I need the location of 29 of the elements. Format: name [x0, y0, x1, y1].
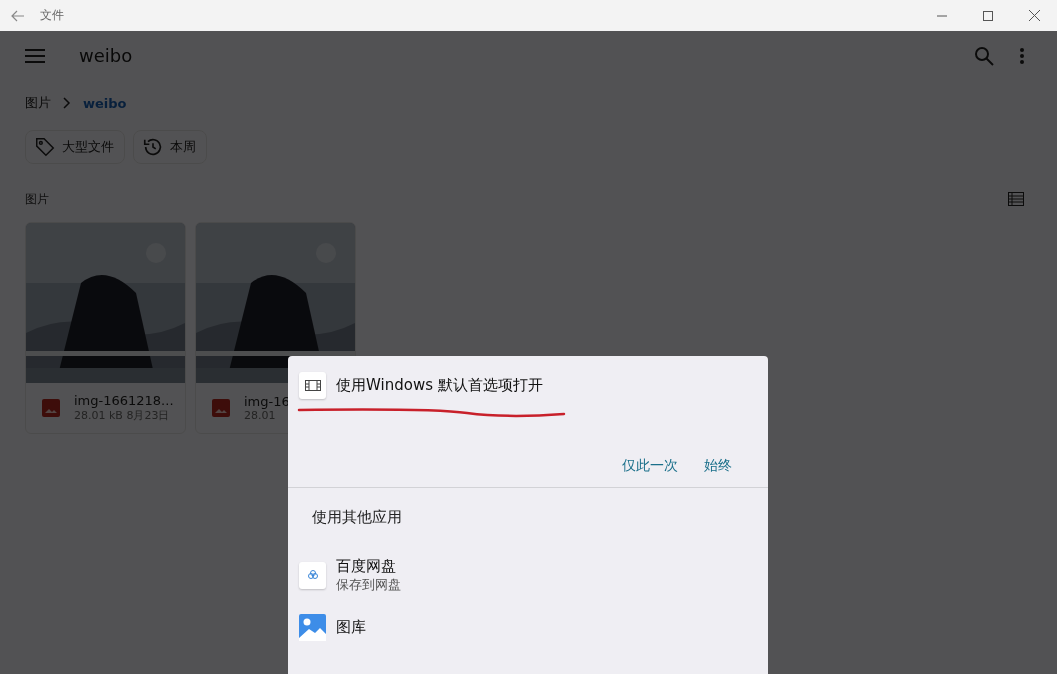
image-file-icon	[42, 399, 60, 417]
sheet-button[interactable]: 仅此一次	[622, 455, 678, 477]
image-file-icon	[212, 399, 230, 417]
tag-icon	[34, 136, 56, 158]
cloud-icon	[299, 561, 326, 589]
sheet-button[interactable]: 始终	[704, 455, 732, 477]
maximize-icon[interactable]	[983, 10, 993, 21]
app-name[interactable]: 百度网盘	[336, 556, 401, 576]
app-name[interactable]: 图库	[336, 617, 366, 637]
menu-button[interactable]	[25, 48, 45, 63]
window-title: 文件	[40, 7, 64, 24]
list-view-button[interactable]	[1008, 192, 1024, 206]
section-label: 图片	[25, 190, 49, 208]
search-button[interactable]	[974, 45, 994, 66]
close-icon[interactable]	[1028, 10, 1040, 21]
history-icon	[142, 136, 164, 158]
more-button[interactable]	[1020, 47, 1024, 64]
app-subtitle: 保存到网盘	[336, 575, 401, 594]
film-icon	[299, 372, 326, 399]
section-heading: 使用其他应用	[311, 507, 403, 527]
app-title: weibo	[79, 45, 133, 66]
gallery-icon	[299, 613, 326, 641]
breadcrumb-item[interactable]: 图片	[25, 94, 51, 112]
breadcrumb-item[interactable]: weibo	[83, 95, 127, 111]
file-name: img-1661218...	[74, 393, 174, 408]
file-name: img-16	[244, 394, 290, 409]
chevron-icon	[63, 97, 71, 109]
filter-chip[interactable]: 大型文件	[25, 130, 125, 164]
filter-chip[interactable]: 本周	[133, 130, 207, 164]
